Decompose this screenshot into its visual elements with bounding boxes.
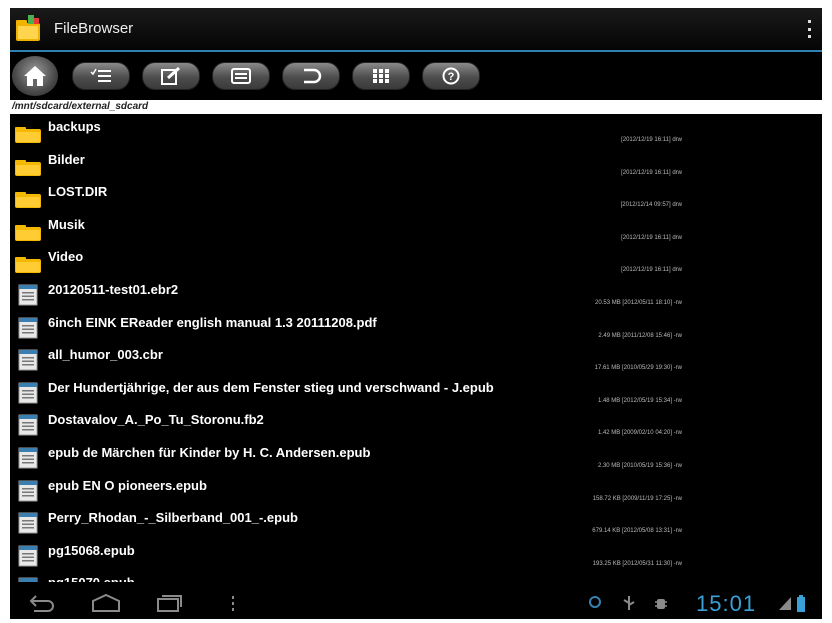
file-name: pg15068.epub <box>48 542 135 558</box>
svg-text:?: ? <box>448 71 455 83</box>
usb-icon <box>623 596 635 610</box>
signal-icon <box>779 597 791 610</box>
document-icon <box>18 512 38 534</box>
grid-view-icon <box>373 69 389 83</box>
file-name: Musik <box>48 216 85 232</box>
screen: FileBrowser ? /mnt/sdcard/external_sdcar… <box>10 8 822 619</box>
file-name: 6inch EINK EReader english manual 1.3 20… <box>48 314 377 330</box>
file-name: 20120511-test01.ebr2 <box>48 281 179 297</box>
document-icon <box>18 545 38 567</box>
document-icon <box>18 382 38 404</box>
file-list[interactable]: backups [2012/12/19 16:11] drw Bilder [2012… <box>10 116 822 582</box>
file-name: Dostavalov_A._Po_Tu_Storonu.fb2 <box>48 412 264 428</box>
battery-icon <box>797 595 805 612</box>
file-name: backups <box>48 119 101 134</box>
folder-icon <box>15 159 41 176</box>
file-meta: 17.61 MB [2010/05/29 19:30] -rw <box>594 365 682 372</box>
back-nav-icon[interactable] <box>28 593 58 613</box>
home-icon <box>24 66 46 86</box>
file-name: Perry_Rhodan_-_Silberband_001_-.epub <box>48 510 298 526</box>
file-row[interactable]: 20120511-test01.ebr2 20.53 MB [2012/05/11… <box>10 279 822 312</box>
folder-icon <box>15 224 41 241</box>
file-meta: 20.53 MB [2012/05/11 18:10] -rw <box>595 299 682 306</box>
app-title: FileBrowser <box>54 20 134 37</box>
folder-row[interactable]: backups [2012/12/19 16:11] drw <box>10 116 822 149</box>
file-name: all_humor_003.cbr <box>48 347 163 363</box>
file-meta: 2.30 MB [2010/05/19 15:36] -rw <box>597 462 682 469</box>
help-button[interactable]: ? <box>422 62 480 90</box>
folder-row[interactable]: Bilder [2012/12/19 16:11] drw <box>10 149 822 182</box>
file-name: Bilder <box>48 151 85 167</box>
file-meta: [2012/12/19 16:11] drw <box>621 267 682 274</box>
file-name: LOST.DIR <box>48 184 108 200</box>
overflow-menu-icon[interactable] <box>804 20 814 38</box>
file-meta: 1.42 MB [2009/02/10 04:20] -rw <box>597 430 682 437</box>
file-meta: [2012/12/19 16:11] drw <box>621 234 682 241</box>
multi-select-icon <box>90 68 111 82</box>
home-button[interactable] <box>12 56 58 96</box>
file-row[interactable]: Dostavalov_A._Po_Tu_Storonu.fb2 1.42 MB [… <box>10 409 822 442</box>
file-name: epub EN O pioneers.epub <box>48 477 207 493</box>
file-meta: 1.48 MB [2012/05/19 15:34] -rw <box>597 397 682 404</box>
document-icon <box>18 349 38 371</box>
multi-select-button[interactable] <box>72 62 130 90</box>
sync-status-icon <box>589 596 601 608</box>
grid-view-button[interactable] <box>352 62 410 90</box>
recent-apps-icon[interactable] <box>156 593 184 613</box>
status-clock: 15:01 <box>696 591 757 616</box>
current-path: /mnt/sdcard/external_sdcard <box>10 100 822 114</box>
undo-icon <box>304 68 322 84</box>
list-view-icon <box>231 68 251 84</box>
document-icon <box>18 317 38 339</box>
list-view-button[interactable] <box>212 62 270 90</box>
file-row[interactable]: 6inch EINK EReader english manual 1.3 20… <box>10 312 822 345</box>
file-meta: 679.14 KB [2012/05/08 13:31] -rw <box>592 528 682 535</box>
debug-icon <box>655 599 667 609</box>
document-icon <box>18 447 38 469</box>
folder-icon <box>15 257 41 274</box>
file-name: epub de Märchen für Kinder by H. C. Ande… <box>48 444 371 460</box>
file-meta: 158.72 KB [2009/11/19 17:25] -rw <box>592 495 682 502</box>
file-row[interactable]: epub EN O pioneers.epub 158.72 KB [2009/1… <box>10 475 822 508</box>
menu-nav-icon[interactable] <box>230 593 236 613</box>
edit-button[interactable] <box>142 62 200 90</box>
file-meta: [2012/12/14 09:57] drw <box>620 202 682 209</box>
back-button[interactable] <box>282 62 340 90</box>
home-nav-icon[interactable] <box>90 593 122 613</box>
file-row[interactable]: all_humor_003.cbr 17.61 MB [2010/05/29 19… <box>10 344 822 377</box>
file-meta: 193.25 KB [2012/05/31 11:30] -rw <box>592 560 682 567</box>
action-bar: FileBrowser <box>10 8 822 52</box>
toolbar: ? <box>10 52 822 100</box>
folder-row[interactable]: LOST.DIR [2012/12/14 09:57] drw <box>10 181 822 214</box>
file-row[interactable]: pg15070.epub <box>10 572 822 582</box>
file-row[interactable]: epub de Märchen für Kinder by H. C. Ande… <box>10 442 822 475</box>
folder-icon <box>15 127 41 143</box>
folder-icon <box>15 192 41 209</box>
folder-row[interactable]: Musik [2012/12/19 16:11] drw <box>10 214 822 247</box>
document-icon <box>18 480 38 502</box>
app-icon <box>16 15 40 41</box>
file-meta: [2012/12/19 16:11] drw <box>621 169 682 176</box>
file-row[interactable]: Perry_Rhodan_-_Silberband_001_-.epub 679.… <box>10 507 822 540</box>
file-name: Video <box>48 249 84 265</box>
help-icon: ? <box>442 67 460 85</box>
navigation-bar: 15:01 <box>10 587 822 619</box>
document-icon <box>18 284 38 306</box>
document-icon <box>18 414 38 436</box>
file-name: pg15070.epub <box>48 575 135 582</box>
document-icon <box>18 577 38 582</box>
edit-icon <box>161 67 181 85</box>
file-row[interactable]: Der Hundertjährige, der aus dem Fenster … <box>10 377 822 410</box>
folder-row[interactable]: Video [2012/12/19 16:11] drw <box>10 246 822 279</box>
file-meta: 2.49 MB [2011/12/08 15:46] -rw <box>598 332 682 339</box>
file-row[interactable]: pg15068.epub 193.25 KB [2012/05/31 11:30]… <box>10 540 822 573</box>
file-meta: [2012/12/19 16:11] drw <box>621 137 682 143</box>
file-name: Der Hundertjährige, der aus dem Fenster … <box>48 379 494 395</box>
